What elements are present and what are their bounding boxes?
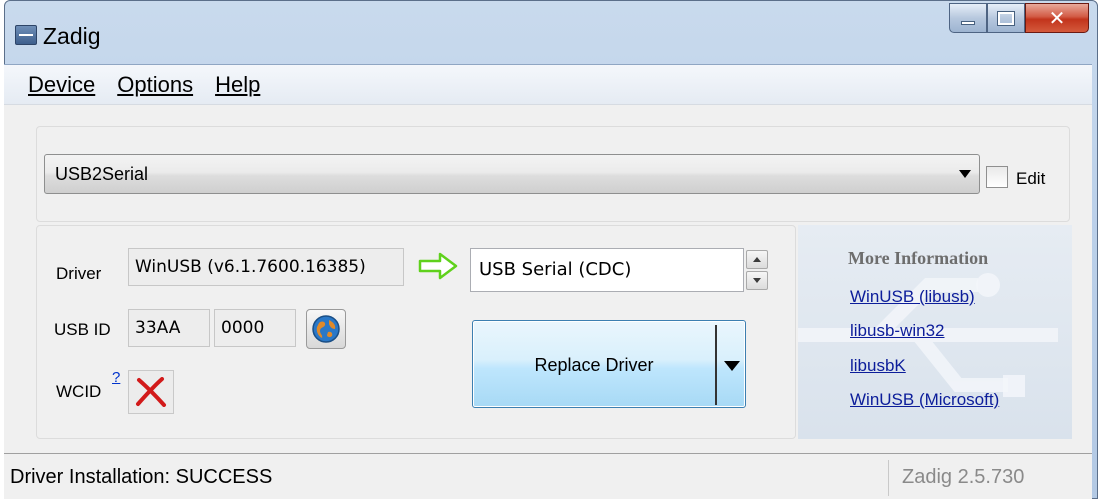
link-libusbk[interactable]: libusbK [850,356,906,376]
split-arrow-icon[interactable] [724,361,740,371]
version-label: Zadig 2.5.730 [902,466,1025,488]
status-bar: Driver Installation: SUCCESS Zadig 2.5.7… [4,453,1092,499]
target-driver-field[interactable]: USB Serial (CDC) [470,248,744,292]
minimize-button[interactable] [949,3,987,33]
maximize-button[interactable] [987,3,1025,33]
wcid-help-link[interactable]: ? [112,369,120,386]
arrow-right-icon [418,252,458,280]
globe-icon [312,315,340,343]
globe-button[interactable] [306,309,346,349]
replace-driver-label: Replace Driver [534,355,654,375]
x-icon [136,377,166,407]
minimize-icon [961,21,975,25]
split-divider [715,325,717,405]
replace-driver-button[interactable]: Replace Driver [472,320,746,408]
menu-bar: Device Options Help [4,64,1092,104]
menu-help[interactable]: Help [215,72,260,98]
link-libusb-win32[interactable]: libusb-win32 [850,321,945,341]
more-info-title: More Information [848,248,989,268]
dropdown-arrow-icon [959,170,971,178]
usb-vid-field: 33AA [128,309,210,347]
usb-id-label: USB ID [54,320,111,339]
spin-up-icon[interactable] [746,250,768,269]
current-driver-field: WinUSB (v6.1.7600.16385) [128,248,404,286]
window-controls: ✕ [949,3,1089,33]
edit-checkbox[interactable] [986,166,1008,188]
wcid-label: WCID [56,382,102,401]
link-winusb-libusb[interactable]: WinUSB (libusb) [850,287,975,307]
link-winusb-microsoft[interactable]: WinUSB (Microsoft) [850,390,999,410]
app-icon [15,25,37,45]
title-bar[interactable]: Zadig ✕ [5,1,1097,65]
menu-options[interactable]: Options [117,72,193,98]
close-button[interactable]: ✕ [1025,3,1089,33]
status-text: Driver Installation: SUCCESS [10,466,273,488]
usb-pid-field: 0000 [214,309,296,347]
window-title: Zadig [43,23,101,49]
device-select[interactable]: USB2Serial [44,154,980,194]
status-divider [888,460,889,496]
driver-spinner [746,250,768,290]
maximize-icon [997,10,1015,26]
spin-down-icon[interactable] [746,271,768,290]
edit-label: Edit [1016,169,1046,188]
device-select-value: USB2Serial [55,164,149,184]
close-icon: ✕ [1048,7,1066,30]
driver-label: Driver [56,264,102,283]
menu-device[interactable]: Device [28,72,95,98]
wcid-status [128,370,174,414]
